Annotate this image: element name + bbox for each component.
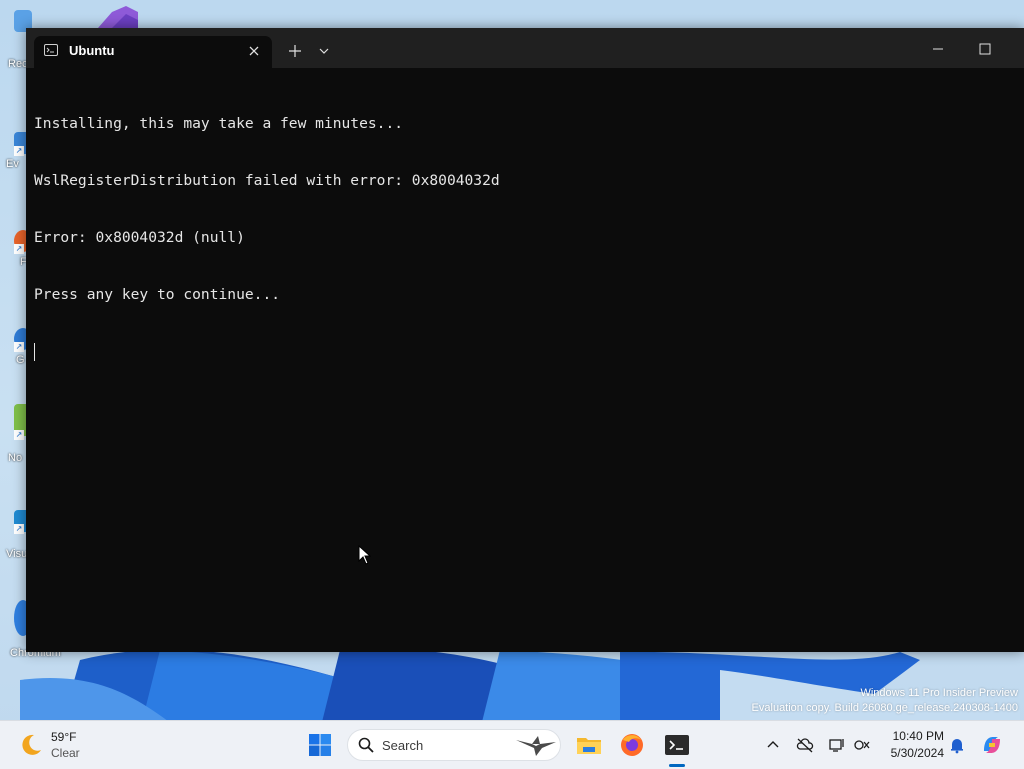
weather-temperature[interactable]: 59°F bbox=[51, 730, 76, 744]
desktop-icon-label: Visu bbox=[6, 548, 28, 560]
console-cursor-line bbox=[34, 342, 1014, 361]
console-line: WslRegisterDistribution failed with erro… bbox=[34, 172, 500, 189]
moon-weather-icon[interactable] bbox=[18, 732, 44, 758]
text-cursor bbox=[34, 343, 35, 361]
console-line: Error: 0x8004032d (null) bbox=[34, 229, 245, 246]
maximize-icon[interactable] bbox=[968, 36, 1002, 62]
desktop-icon-label: Rec bbox=[8, 58, 28, 70]
terminal-icon[interactable] bbox=[662, 730, 692, 760]
shortcut-arrow-icon: ↗ bbox=[14, 430, 24, 440]
watermark-line-1: Windows 11 Pro Insider Preview bbox=[860, 687, 1018, 699]
taskbar-search-box[interactable]: Search bbox=[347, 729, 561, 761]
clock-time[interactable]: 10:40 PM bbox=[882, 729, 944, 743]
desktop-icon-label: No bbox=[8, 452, 23, 464]
notification-bell-icon[interactable] bbox=[948, 736, 966, 754]
weather-condition[interactable]: Clear bbox=[51, 746, 80, 760]
copilot-icon[interactable] bbox=[980, 733, 1004, 757]
shortcut-arrow-icon: ↗ bbox=[14, 146, 24, 156]
taskbar: 59°F Clear Search 10:40 PM 5/30/2024 bbox=[0, 720, 1024, 769]
shortcut-arrow-icon: ↗ bbox=[14, 244, 24, 254]
console-line: Installing, this may take a few minutes.… bbox=[34, 115, 404, 132]
terminal-console[interactable]: Installing, this may take a few minutes.… bbox=[34, 76, 1014, 646]
terminal-titlebar[interactable]: Ubuntu bbox=[26, 28, 1024, 68]
volume-muted-icon[interactable] bbox=[853, 736, 871, 754]
search-placeholder: Search bbox=[382, 738, 424, 753]
mouse-pointer-icon bbox=[358, 545, 372, 565]
firefox-icon[interactable] bbox=[617, 730, 647, 760]
terminal-window[interactable]: Ubuntu Installing, this may take a few m… bbox=[26, 28, 1024, 652]
active-app-indicator bbox=[669, 764, 685, 767]
network-display-icon[interactable] bbox=[828, 736, 846, 754]
tab-title: Ubuntu bbox=[69, 43, 115, 58]
file-explorer-icon[interactable] bbox=[574, 730, 604, 760]
shortcut-arrow-icon: ↗ bbox=[14, 342, 24, 352]
windows-watermark: Windows 11 Pro Insider Preview Evaluatio… bbox=[752, 686, 1018, 716]
windows-start-icon[interactable] bbox=[308, 733, 332, 757]
tab-ubuntu[interactable]: Ubuntu bbox=[34, 36, 272, 68]
watermark-line-2: Evaluation copy. Build 26080.ge_release.… bbox=[751, 702, 1018, 714]
clock-date[interactable]: 5/30/2024 bbox=[878, 746, 944, 760]
cloud-offline-icon[interactable] bbox=[796, 736, 814, 754]
shortcut-arrow-icon: ↗ bbox=[14, 524, 24, 534]
chevron-down-icon[interactable] bbox=[314, 41, 334, 61]
console-line: Press any key to continue... bbox=[34, 286, 281, 303]
terminal-tab-icon bbox=[44, 44, 58, 56]
minimize-icon[interactable] bbox=[921, 36, 955, 62]
search-icon bbox=[358, 737, 374, 753]
search-highlight-bird-icon bbox=[516, 736, 556, 756]
desktop-icon-label: G bbox=[16, 354, 25, 366]
chevron-up-icon[interactable] bbox=[764, 736, 782, 754]
close-icon[interactable] bbox=[244, 41, 264, 61]
visual-studio-logo-icon bbox=[98, 6, 138, 28]
desktop-icon-label: Ev bbox=[6, 158, 19, 170]
new-tab-plus-icon[interactable] bbox=[284, 40, 306, 62]
